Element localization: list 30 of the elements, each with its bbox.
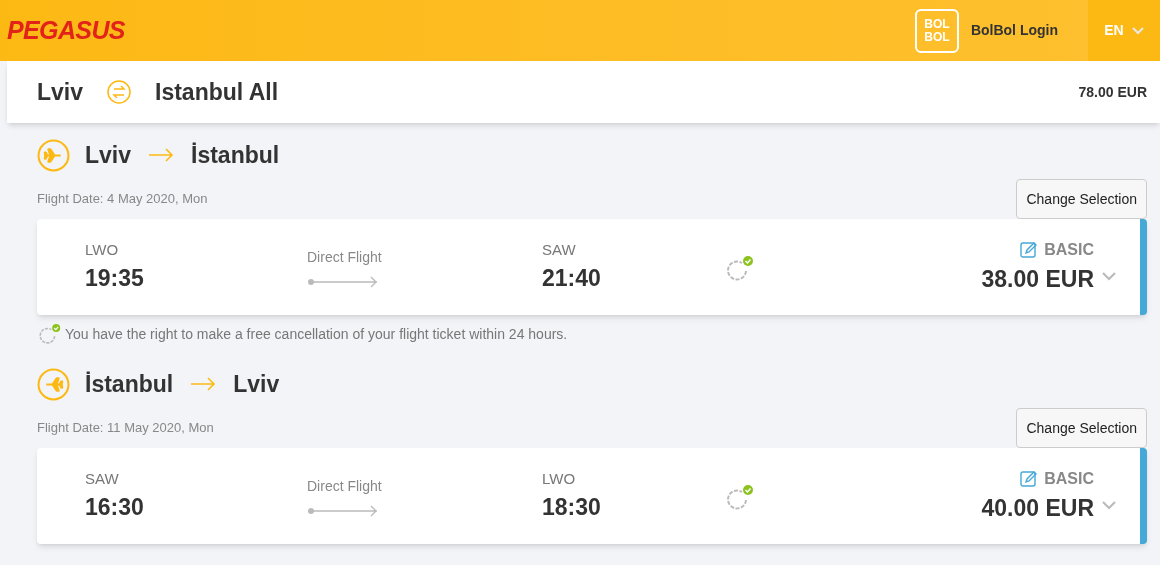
flight-price: 38.00 EUR (981, 264, 1094, 294)
departure-time: 16:30 (85, 493, 145, 522)
destination-city: Istanbul All (155, 77, 279, 107)
fare-class: BASIC (1044, 468, 1094, 489)
route-destination: İstanbul (191, 140, 280, 170)
route-origin: Lviv (85, 140, 132, 170)
route-origin: İstanbul (85, 369, 174, 399)
flight-card[interactable]: LWO 19:35 Direct Flight SAW 21:40 BASIC 38.00 EUR (37, 219, 1147, 315)
cancellation-note: You have the right to make a free cancellation of your flight ticket within 24 hours. (65, 324, 568, 344)
flight-price: 40.00 EUR (981, 493, 1094, 523)
origin-city: Lviv (37, 77, 84, 107)
fare-class: BASIC (1044, 239, 1094, 260)
arrival-time: 18:30 (542, 493, 602, 522)
flight-date: Flight Date: 4 May 2020, Mon (37, 190, 208, 209)
arrival-code: SAW (542, 239, 577, 260)
flight-card[interactable]: SAW 16:30 Direct Flight LWO 18:30 BASIC 40.00 EUR (37, 448, 1147, 544)
total-price: 78.00 EUR (1078, 82, 1147, 102)
change-selection-button[interactable]: Change Selection (1016, 408, 1147, 448)
login-link[interactable]: BolBol Login (970, 20, 1058, 41)
arrival-code: LWO (542, 468, 577, 489)
departure-code: LWO (85, 239, 120, 260)
flight-type: Direct Flight (307, 476, 383, 496)
arrival-time: 21:40 (542, 264, 602, 293)
flight-date: Flight Date: 11 May 2020, Mon (37, 419, 214, 438)
bolbol-badge: BOL BOL (914, 8, 959, 53)
departure-time: 19:35 (85, 264, 145, 293)
departure-code: SAW (85, 468, 120, 489)
change-selection-button[interactable]: Change Selection (1016, 179, 1147, 219)
route-destination: Lviv (233, 369, 280, 399)
flight-type: Direct Flight (307, 247, 383, 267)
